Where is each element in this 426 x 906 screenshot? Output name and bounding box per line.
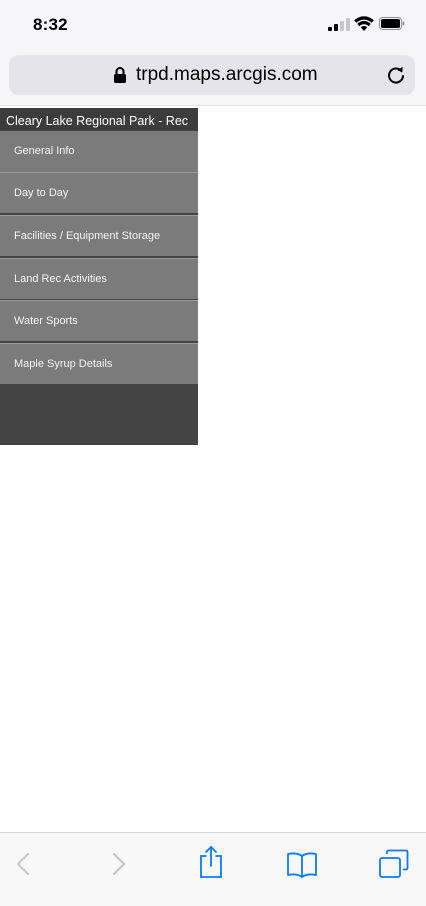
address-bar[interactable]: trpd.maps.arcgis.com <box>9 55 415 95</box>
forward-icon[interactable] <box>108 849 128 879</box>
url-text: trpd.maps.arcgis.com <box>136 64 318 85</box>
menu-item-land-rec[interactable]: Land Rec Activities <box>0 258 198 299</box>
menu-item-water-sports[interactable]: Water Sports <box>0 300 198 341</box>
status-time: 8:32 <box>33 15 68 34</box>
wifi-icon <box>354 16 374 31</box>
browser-screen: 8:32 trpd.maps.arcgis.com Cleary Lake Re… <box>0 0 426 906</box>
status-bar: 8:32 <box>0 0 426 50</box>
menu-item-maple-syrup[interactable]: Maple Syrup Details <box>0 343 198 384</box>
status-icons <box>328 16 408 31</box>
battery-icon <box>379 17 405 30</box>
menu-item-facilities[interactable]: Facilities / Equipment Storage <box>0 215 198 256</box>
reload-icon[interactable] <box>386 65 406 85</box>
signal-icon <box>328 17 350 31</box>
menu-item-general-info[interactable]: General Info <box>0 131 198 172</box>
address-bar-area: trpd.maps.arcgis.com <box>0 50 426 106</box>
menu-item-day-to-day[interactable]: Day to Day <box>0 172 198 213</box>
tabs-icon[interactable] <box>378 849 410 879</box>
bookmarks-icon[interactable] <box>286 849 318 879</box>
sidebar-title: Cleary Lake Regional Park - Rec <box>0 108 198 130</box>
bottom-toolbar <box>0 832 426 906</box>
lock-icon <box>114 67 126 83</box>
back-icon[interactable] <box>14 849 34 879</box>
story-sidebar: Cleary Lake Regional Park - Rec General … <box>0 108 198 445</box>
share-icon[interactable] <box>198 845 224 879</box>
